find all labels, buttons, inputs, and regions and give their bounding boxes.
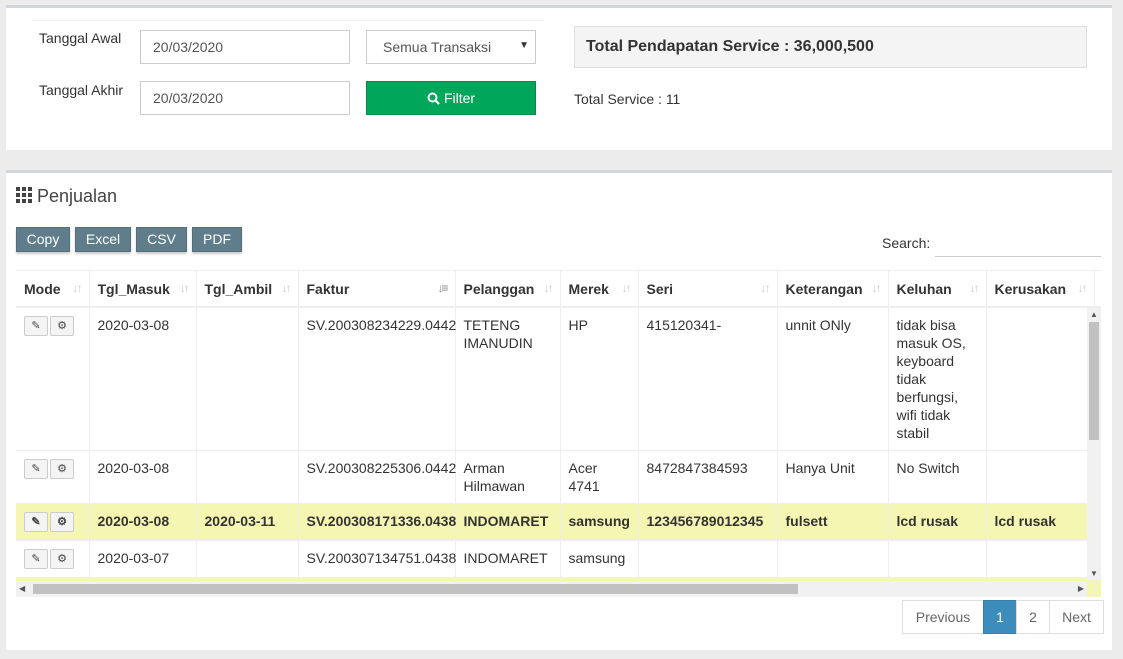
vertical-scrollbar[interactable]: ▲ ▼	[1087, 308, 1101, 580]
tgl-ambil-cell	[196, 540, 299, 578]
seri-cell: 415120341-	[638, 306, 778, 451]
faktur-cell: SV.200307134751.0438	[298, 540, 456, 578]
pagination-page-2[interactable]: 2	[1016, 600, 1050, 634]
caret-down-icon: ▼	[519, 40, 529, 51]
col-header-tgl-ambil[interactable]: Tgl_Ambil ↓↑	[196, 271, 299, 308]
sales-panel: Penjualan Copy Excel CSV PDF Search: Mod…	[6, 170, 1112, 650]
col-header-faktur[interactable]: Faktur ↓≡	[298, 271, 456, 308]
keterangan-cell: Hanya Unit	[777, 450, 889, 504]
grid-icon	[16, 187, 32, 203]
edit-icon[interactable]: ✎	[24, 316, 48, 336]
tgl-ambil-cell	[196, 306, 299, 451]
seri-cell	[638, 540, 778, 578]
excel-button[interactable]: Excel	[75, 227, 131, 252]
pdf-button[interactable]: PDF	[192, 227, 242, 252]
gear-icon[interactable]: ⚙	[50, 512, 74, 532]
sales-table-wrap: Mode ↓↑ Tgl_Masuk ↓↑ Tgl_Ambil ↓↑ Faktur ↓≡ …	[16, 270, 1101, 597]
col-header-seri[interactable]: Seri ↓↑	[638, 271, 778, 308]
col-header-pelanggan[interactable]: Pelanggan ↓↑	[455, 271, 561, 308]
overflow-cell	[1094, 577, 1101, 597]
seri-cell: 8472847384593	[638, 450, 778, 504]
filter-button-label: Filter	[443, 90, 476, 106]
divider	[32, 20, 544, 21]
search-label: Search:	[882, 235, 931, 251]
start-date-input[interactable]: 20/03/2020	[140, 30, 350, 64]
tgl-masuk-cell: 2020-03-07	[89, 540, 197, 578]
faktur-cell: SV.200308171336.0438	[298, 503, 456, 541]
kerusakan-cell: lcd rusak	[986, 503, 1095, 541]
filter-button[interactable]: Filter	[366, 81, 536, 115]
table-row: ✎ ⚙ 2020-03-07 SV.200307134751.0438 INDOMARE…	[16, 540, 1101, 578]
kerusakan-cell	[986, 540, 1095, 578]
col-header-keterangan[interactable]: Keterangan ↓↑	[777, 271, 889, 308]
kerusakan-cell	[986, 450, 1095, 504]
mode-cell: ✎⚙	[16, 450, 90, 504]
tgl-masuk-cell: 2020-03-08	[89, 306, 197, 451]
tgl-ambil-cell: 2020-03-11	[196, 503, 299, 541]
total-service-text: Total Service : 11	[574, 91, 681, 107]
mode-cell: ✎⚙	[16, 540, 90, 578]
table-row: ✎ ⚙ 2020-03-08 2020-03-11 SV.200308171336.04…	[16, 503, 1101, 541]
pelanggan-cell: Arman Hilmawan	[455, 450, 561, 504]
merek-cell: HP	[560, 306, 639, 451]
gear-icon[interactable]: ⚙	[50, 316, 74, 336]
pagination: Previous 1 2 Next	[902, 600, 1104, 634]
end-date-label: Tanggal Akhir	[39, 82, 124, 98]
mode-cell: ✎⚙	[16, 503, 90, 541]
keluhan-cell: lcd rusak	[888, 503, 987, 541]
gear-icon[interactable]: ⚙	[50, 459, 74, 479]
seri-cell: 123456789012345	[638, 503, 778, 541]
table-header-row: Mode ↓↑ Tgl_Masuk ↓↑ Tgl_Ambil ↓↑ Faktur ↓≡ …	[16, 271, 1101, 308]
filter-panel: Tanggal Awal 20/03/2020 Semua Transaksi …	[6, 5, 1112, 150]
pagination-previous[interactable]: Previous	[902, 600, 984, 634]
pelanggan-cell: INDOMARET	[455, 503, 561, 541]
keterangan-cell	[777, 540, 889, 578]
mode-cell: ✎⚙	[16, 306, 90, 451]
merek-cell: Acer 4741	[560, 450, 639, 504]
col-header-mode[interactable]: Mode ↓↑	[16, 271, 90, 308]
keluhan-cell: tidak bisa masuk OS, keyboard tidak berf…	[888, 306, 987, 451]
panel-title: Penjualan	[16, 186, 117, 207]
col-header-keluhan[interactable]: Keluhan ↓↑	[888, 271, 987, 308]
merek-cell: samsung	[560, 503, 639, 541]
tgl-masuk-cell: 2020-03-08	[89, 503, 197, 541]
keluhan-cell: No Switch	[888, 450, 987, 504]
edit-icon[interactable]: ✎	[24, 459, 48, 479]
pagination-next[interactable]: Next	[1049, 600, 1104, 634]
col-header-overflow	[1094, 271, 1101, 308]
copy-button[interactable]: Copy	[16, 227, 70, 252]
keterangan-cell: unnit ONly	[777, 306, 889, 451]
csv-button[interactable]: CSV	[136, 227, 187, 252]
start-date-label: Tanggal Awal	[39, 30, 122, 46]
edit-icon[interactable]: ✎	[24, 549, 48, 569]
tgl-ambil-cell	[196, 450, 299, 504]
horizontal-scrollbar[interactable]: ◀ ▶	[16, 581, 1087, 597]
keluhan-cell	[888, 540, 987, 578]
panel-title-text: Penjualan	[37, 186, 118, 206]
search-icon	[427, 92, 440, 105]
kerusakan-cell	[986, 306, 1095, 451]
table-row: ✎ ⚙ 2020-03-08 SV.200308225306.0442 Arman Hi…	[16, 450, 1101, 504]
col-header-kerusakan[interactable]: Kerusakan ↓↑	[986, 271, 1095, 308]
merek-cell: samsung	[560, 540, 639, 578]
edit-icon[interactable]: ✎	[24, 512, 48, 532]
search-input[interactable]	[935, 227, 1101, 257]
end-date-input[interactable]: 20/03/2020	[140, 81, 350, 115]
col-header-tgl-masuk[interactable]: Tgl_Masuk ↓↑	[89, 271, 197, 308]
transaction-type-select[interactable]: Semua Transaksi ▼	[366, 30, 536, 64]
gear-icon[interactable]: ⚙	[50, 549, 74, 569]
col-header-merek[interactable]: Merek ↓↑	[560, 271, 639, 308]
pagination-page-1[interactable]: 1	[983, 600, 1017, 634]
pelanggan-cell: TETENG IMANUDIN	[455, 306, 561, 451]
sales-table: Mode ↓↑ Tgl_Masuk ↓↑ Tgl_Ambil ↓↑ Faktur ↓≡ …	[16, 271, 1101, 597]
table-row: ✎ ⚙ 2020-03-08 SV.200308234229.0442 TETENG I…	[16, 306, 1101, 451]
total-income-box: Total Pendapatan Service : 36,000,500	[574, 26, 1087, 68]
pelanggan-cell: INDOMARET	[455, 540, 561, 578]
transaction-type-value: Semua Transaksi	[383, 39, 492, 55]
faktur-cell: SV.200308234229.0442	[298, 306, 456, 451]
faktur-cell: SV.200308225306.0442	[298, 450, 456, 504]
tgl-masuk-cell: 2020-03-08	[89, 450, 197, 504]
keterangan-cell: fulsett	[777, 503, 889, 541]
